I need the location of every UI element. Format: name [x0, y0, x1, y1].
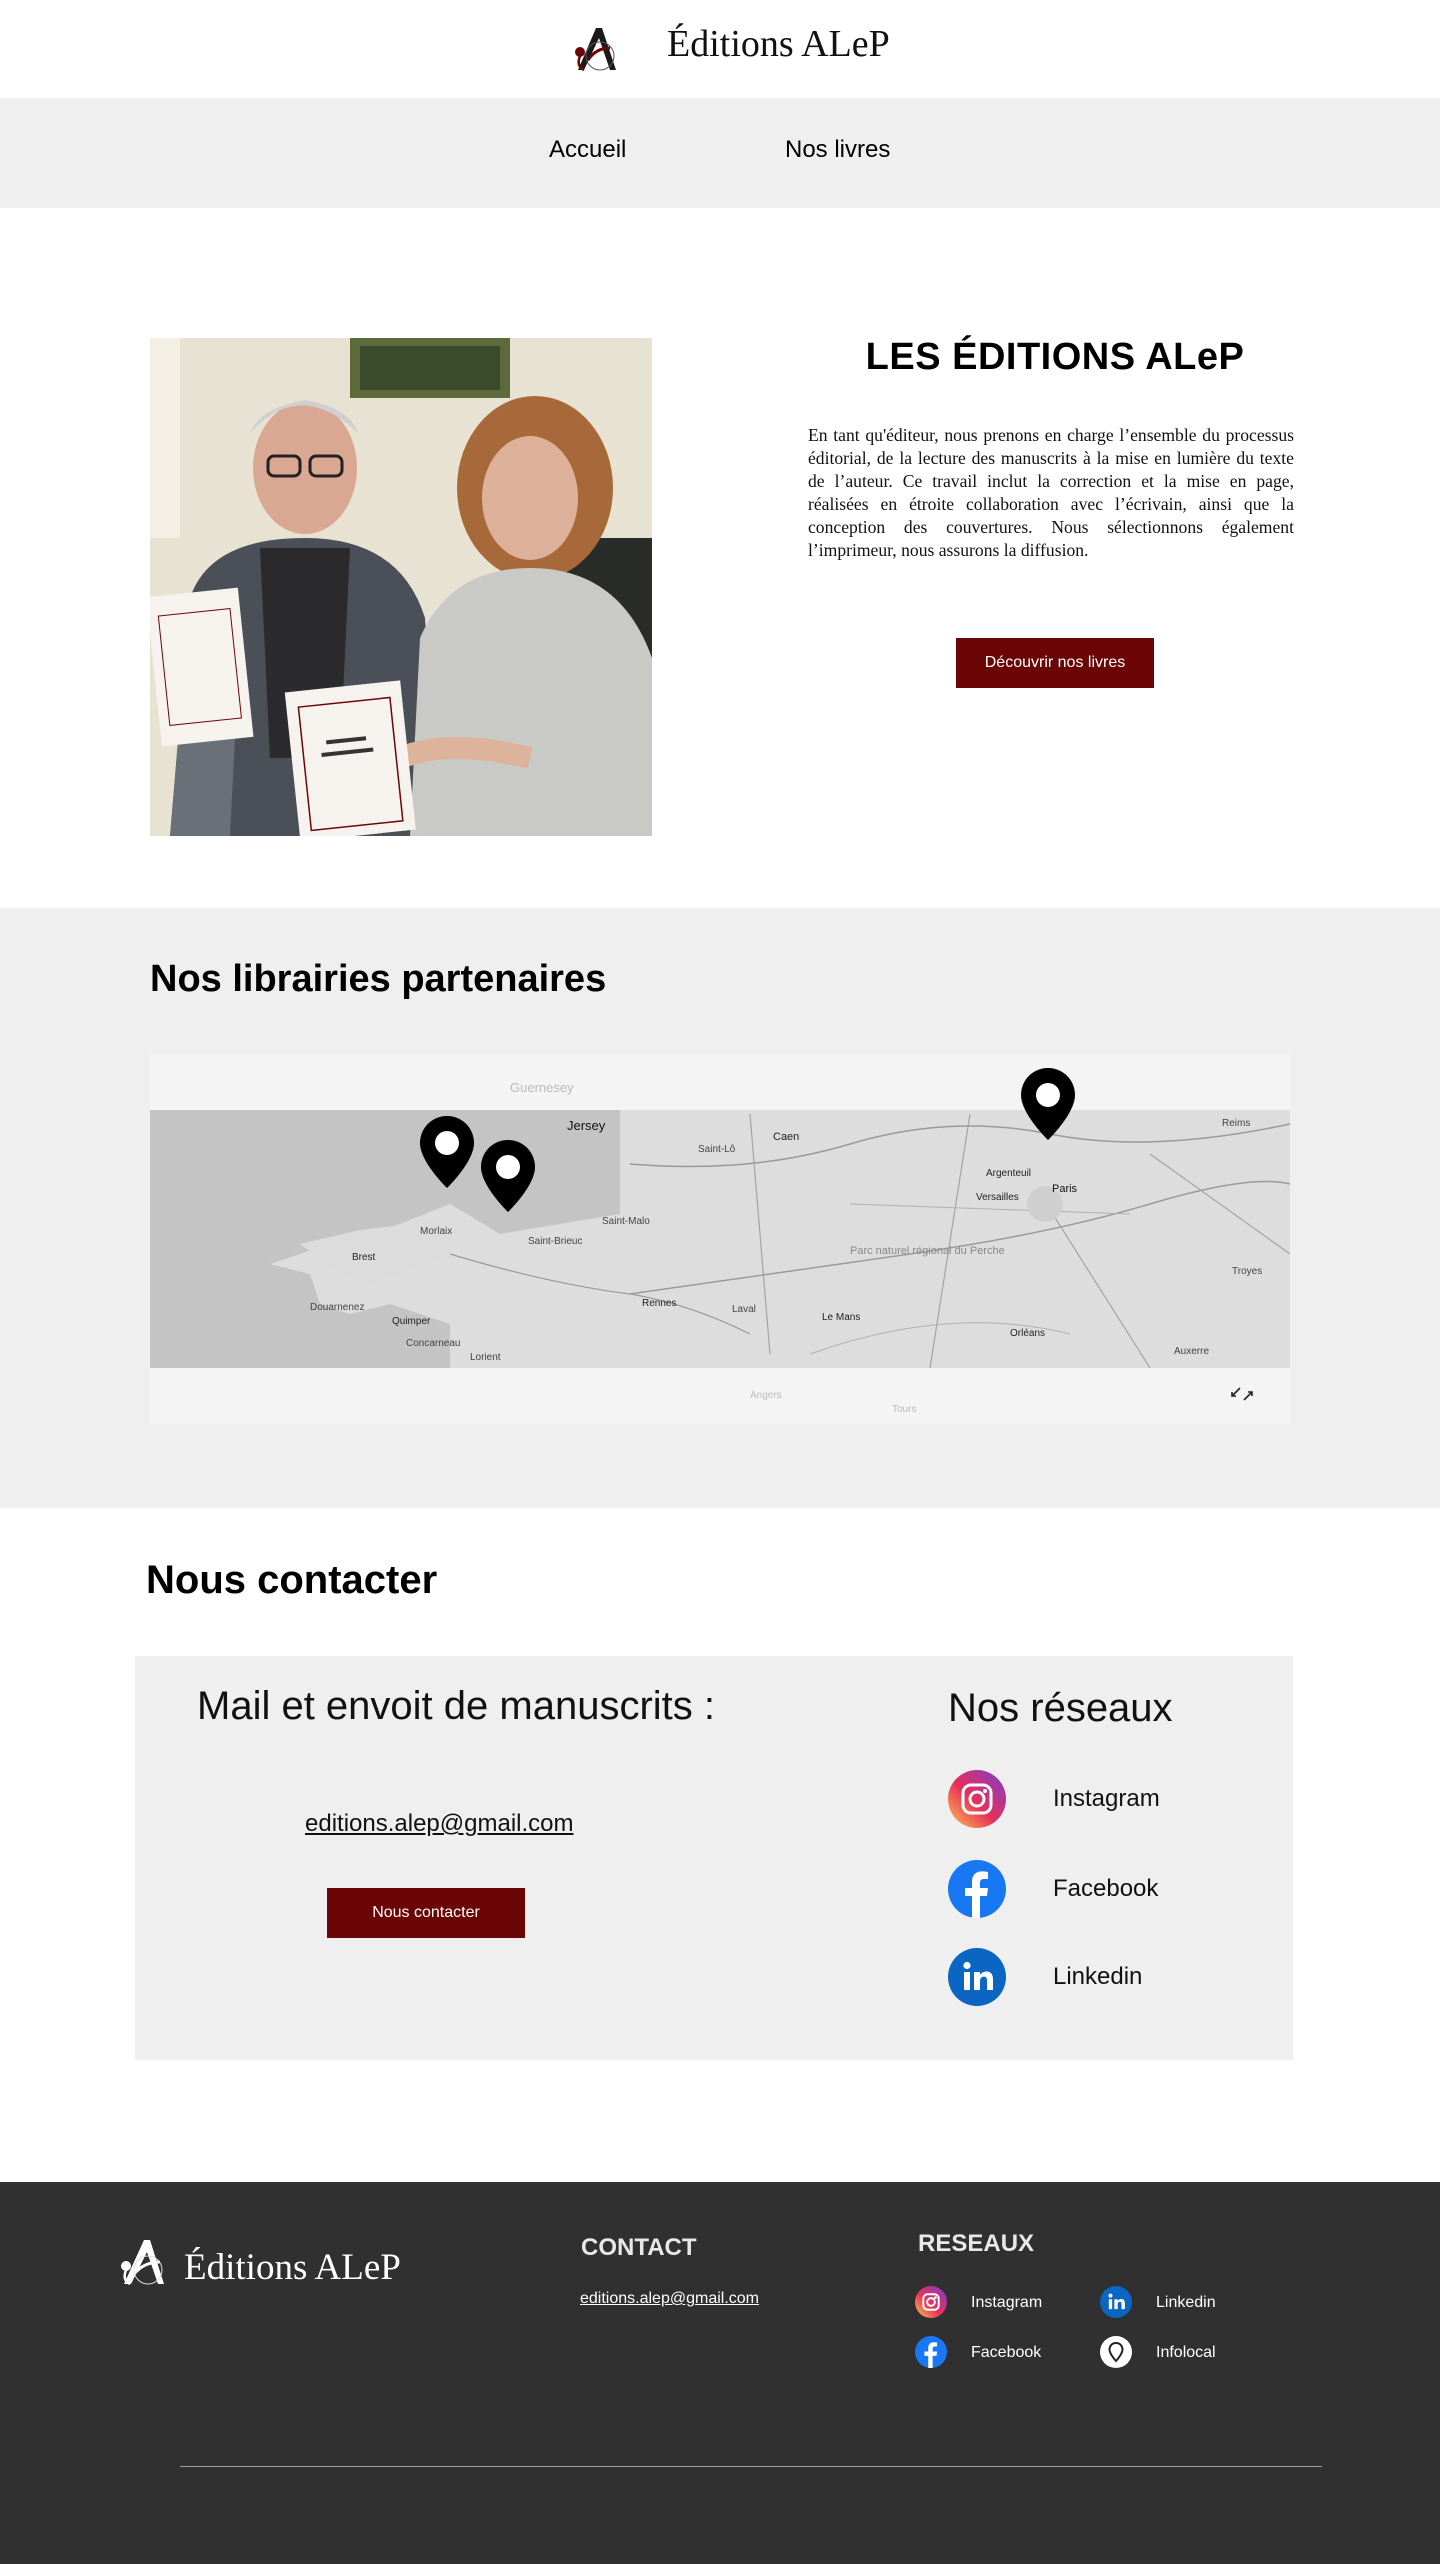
footer-network-linkedin[interactable]: Linkedin — [1100, 2286, 1270, 2318]
footer-network-instagram[interactable]: Instagram — [915, 2286, 1085, 2318]
map-place-label: Reims — [1222, 1118, 1250, 1129]
map-place-label: Argenteuil — [986, 1168, 1031, 1179]
map-place-label: Le Mans — [822, 1312, 860, 1323]
map-place-label: Guernesey — [510, 1080, 574, 1095]
network-label: Facebook — [1053, 1875, 1159, 1902]
hero-description: En tant qu'éditeur, nous prenons en char… — [808, 425, 1294, 560]
partners-section: Nos librairies partenaires Guernesey Jers… — [0, 908, 1440, 1508]
footer-network-label: Facebook — [971, 2344, 1042, 2361]
authors-photo — [150, 338, 652, 836]
network-linkedin[interactable]: Linkedin — [948, 1948, 1248, 2006]
map-place-label: Laval — [732, 1304, 756, 1315]
network-facebook[interactable]: Facebook — [948, 1860, 1248, 1918]
linkedin-icon[interactable] — [948, 1948, 1006, 2006]
networks-heading: Nos réseaux — [948, 1686, 1173, 1730]
footer-email-link[interactable]: editions.alep@gmail.com — [580, 2290, 759, 2308]
mail-heading: Mail et envoit de manuscrits : — [197, 1684, 715, 1728]
alep-logo-icon[interactable] — [116, 2234, 176, 2290]
infolocal-icon[interactable] — [1100, 2336, 1132, 2368]
network-label: Linkedin — [1053, 1963, 1143, 1990]
map-place-label: Lorient — [470, 1352, 501, 1363]
map-place-label: Paris — [1052, 1183, 1078, 1195]
footer-network-facebook[interactable]: Facebook — [915, 2336, 1085, 2368]
footer-networks-heading: RESEAUX — [918, 2230, 1035, 2257]
contact-button[interactable]: Nous contacter — [327, 1888, 525, 1938]
main-nav: Accueil Nos livres — [0, 98, 1440, 208]
authors-photo-illustration — [150, 338, 652, 836]
map-place-label: Morlaix — [420, 1226, 452, 1237]
map-place-label: Versailles — [976, 1192, 1019, 1203]
network-instagram[interactable]: Instagram — [948, 1770, 1248, 1828]
footer-network-infolocal[interactable]: Infolocal — [1100, 2336, 1270, 2368]
footer-network-label: Linkedin — [1156, 2294, 1216, 2311]
facebook-icon[interactable] — [915, 2336, 947, 2368]
instagram-icon[interactable] — [948, 1770, 1006, 1828]
contact-box: Mail et envoit de manuscrits : editions.… — [135, 1656, 1293, 2060]
contact-title: Nous contacter — [146, 1558, 438, 1602]
map-place-label: Douarnenez — [310, 1302, 364, 1313]
map-place-label: Troyes — [1232, 1266, 1262, 1277]
facebook-icon[interactable] — [948, 1860, 1006, 1918]
discover-books-button[interactable]: Découvrir nos livres — [956, 638, 1154, 688]
map-place-label: Quimper — [392, 1316, 431, 1327]
site-brand[interactable]: Éditions ALeP — [667, 22, 890, 66]
map-place-label: Angers — [750, 1390, 782, 1401]
map-place-label: Rennes — [642, 1298, 676, 1309]
partners-title: Nos librairies partenaires — [150, 958, 607, 1000]
map-place-label: Saint-Brieuc — [528, 1236, 582, 1247]
linkedin-icon[interactable] — [1100, 2286, 1132, 2318]
footer-network-label: Infolocal — [1156, 2344, 1216, 2361]
map-place-label: Jersey — [567, 1118, 606, 1133]
alep-logo-icon[interactable] — [566, 18, 626, 78]
map-place-label: Parc naturel régional du Perche — [850, 1245, 1005, 1257]
footer-network-label: Instagram — [971, 2294, 1043, 2311]
map-place-label: Saint-Malo — [602, 1216, 650, 1227]
site-header: Éditions ALeP — [0, 0, 1440, 98]
contact-email-link[interactable]: editions.alep@gmail.com — [305, 1810, 574, 1838]
footer-brand[interactable]: Éditions ALeP — [184, 2246, 401, 2289]
map-place-label: Tours — [892, 1404, 916, 1415]
map-place-label: Auxerre — [1174, 1346, 1209, 1357]
site-footer: Éditions ALeP CONTACT editions.alep@gmai… — [0, 2182, 1440, 2564]
map-place-label: Concarneau — [406, 1338, 460, 1349]
nav-accueil[interactable]: Accueil — [549, 136, 626, 164]
instagram-icon[interactable] — [915, 2286, 947, 2318]
footer-divider — [180, 2466, 1322, 2467]
nav-nos-livres[interactable]: Nos livres — [785, 136, 890, 164]
hero-title: LES ÉDITIONS ALeP — [865, 336, 1245, 378]
map-place-label: Orléans — [1010, 1328, 1045, 1339]
network-label: Instagram — [1053, 1785, 1160, 1812]
map-place-label: Caen — [773, 1131, 799, 1143]
footer-contact-heading: CONTACT — [581, 2234, 697, 2261]
map-place-label: Saint-Lô — [698, 1144, 736, 1155]
map-place-label: Brest — [352, 1252, 376, 1263]
map-canvas[interactable]: Guernesey Jersey Caen Saint-Lô Argenteuil Ver… — [150, 1054, 1290, 1424]
partners-map[interactable]: Guernesey Jersey Caen Saint-Lô Argenteuil Ver… — [150, 1054, 1290, 1424]
